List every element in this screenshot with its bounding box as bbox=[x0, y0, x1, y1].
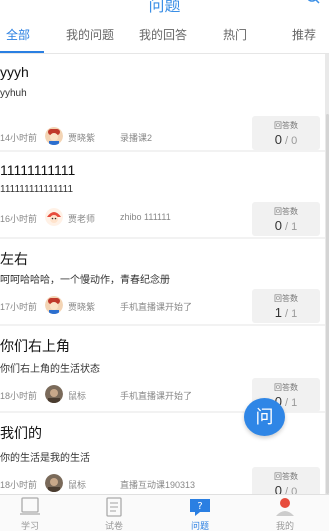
answer-count-label: 回答数 bbox=[274, 121, 298, 130]
course-name: 手机直播课开始了 bbox=[120, 391, 193, 401]
answer-total: 0 bbox=[291, 486, 298, 494]
question-desc: yyhuh bbox=[0, 88, 27, 99]
answer-total: 1 bbox=[291, 308, 298, 320]
answer-total: 1 bbox=[291, 221, 298, 233]
question-title: 我们的 bbox=[0, 425, 42, 441]
author-name: 鼠标 bbox=[68, 391, 87, 401]
nav-label: 学习 bbox=[20, 521, 39, 531]
course-name: 直播互动课190313 bbox=[120, 480, 196, 490]
answer-count-box: 回答数 0 / 0 bbox=[252, 116, 320, 150]
question-meta: 18小时前 鼠标 直播互动课190313 bbox=[0, 473, 250, 493]
answer-count: 0 bbox=[274, 483, 282, 494]
tab-recommended[interactable]: 推荐 bbox=[292, 26, 316, 43]
answer-total: 1 bbox=[291, 397, 298, 409]
course-name: zhibo 111111 bbox=[120, 212, 171, 222]
answer-count-label: 回答数 bbox=[274, 294, 298, 303]
paper-icon bbox=[106, 497, 122, 517]
answer-count-label: 回答数 bbox=[274, 472, 298, 481]
answer-count: 0 bbox=[274, 132, 282, 147]
question-time: 14小时前 bbox=[0, 133, 38, 143]
author-name: 鼠标 bbox=[68, 480, 87, 490]
course-name: 录播课2 bbox=[120, 133, 153, 143]
question-card[interactable]: 11111111111 111111111111111 16小时前 贾老师 zh… bbox=[0, 152, 325, 237]
answer-count: 0 bbox=[274, 218, 282, 233]
question-time: 18小时前 bbox=[0, 391, 38, 401]
avatar bbox=[45, 208, 63, 226]
question-desc: 你的生活是我的生活 bbox=[0, 453, 90, 464]
question-title: 左右 bbox=[0, 251, 28, 267]
tab-bar: 全部 我的问题 我的回答 热门 推荐 bbox=[0, 18, 329, 54]
active-tab-indicator bbox=[0, 51, 44, 53]
nav-label: 我的 bbox=[275, 521, 294, 531]
question-desc: 呵呵哈哈哈，一个慢动作，青春纪念册 bbox=[0, 275, 170, 286]
question-desc: 你们右上角的生活状态 bbox=[0, 364, 100, 375]
answer-count-label: 回答数 bbox=[274, 383, 298, 392]
tab-my-questions[interactable]: 我的问题 bbox=[66, 26, 114, 43]
question-card[interactable]: yyyh yyhuh 14小时前 贾晓紫 录播课2 回答数 0 / 0 bbox=[0, 54, 325, 150]
tab-my-answers[interactable]: 我的回答 bbox=[139, 26, 187, 43]
question-meta: 17小时前 贾晓紫 手机直播课开始了 bbox=[0, 295, 250, 315]
course-name: 手机直播课开始了 bbox=[120, 302, 193, 312]
question-desc: 111111111111111 bbox=[0, 184, 74, 195]
tab-hot[interactable]: 热门 bbox=[223, 26, 247, 43]
avatar bbox=[45, 296, 63, 314]
question-meta: 14小时前 贾晓紫 录播课2 bbox=[0, 126, 250, 146]
question-meta: 16小时前 贾老师 zhibo 111111 bbox=[0, 207, 250, 227]
question-icon: ? bbox=[190, 499, 210, 516]
bottom-nav: 学习 试卷 ? 问题 我的 bbox=[0, 494, 329, 531]
svg-text:?: ? bbox=[197, 501, 202, 512]
ask-question-button[interactable]: 问 bbox=[244, 398, 285, 436]
question-card[interactable]: 你们右上角 你们右上角的生活状态 18小时前 鼠标 手机直播课开始了 回答数 0… bbox=[0, 326, 325, 412]
avatar bbox=[45, 385, 63, 403]
question-title: 你们右上角 bbox=[0, 338, 70, 354]
book-icon bbox=[20, 497, 40, 515]
nav-item-profile[interactable]: 我的 bbox=[255, 495, 315, 531]
question-meta: 18小时前 鼠标 手机直播课开始了 bbox=[0, 384, 250, 404]
search-icon[interactable] bbox=[305, 0, 321, 8]
question-time: 18小时前 bbox=[0, 480, 38, 490]
tab-all[interactable]: 全部 bbox=[6, 26, 30, 43]
nav-item-study[interactable]: 学习 bbox=[0, 495, 60, 531]
nav-label: 问题 bbox=[190, 521, 209, 531]
question-title: 11111111111 bbox=[0, 162, 76, 178]
page-title: 问题 bbox=[148, 0, 181, 15]
author-name: 贾老师 bbox=[68, 214, 96, 224]
question-time: 17小时前 bbox=[0, 302, 38, 312]
avatar bbox=[45, 474, 63, 492]
question-card[interactable]: 左右 呵呵哈哈哈，一个慢动作，青春纪念册 17小时前 贾晓紫 手机直播课开始了 … bbox=[0, 239, 325, 324]
answer-count: 1 bbox=[274, 305, 282, 320]
nav-item-questions[interactable]: ? 问题 bbox=[170, 495, 230, 531]
author-name: 贾晓紫 bbox=[68, 302, 96, 312]
answer-count-label: 回答数 bbox=[274, 207, 298, 216]
nav-item-paper[interactable]: 试卷 bbox=[84, 495, 144, 531]
author-name: 贾晓紫 bbox=[68, 133, 96, 143]
header: 问题 bbox=[0, 0, 329, 18]
avatar bbox=[45, 127, 63, 145]
answer-count-box: 回答数 0 / 1 bbox=[252, 202, 320, 236]
nav-label: 试卷 bbox=[104, 521, 123, 531]
question-time: 16小时前 bbox=[0, 214, 38, 224]
question-title: yyyh bbox=[0, 64, 29, 80]
answer-count-box: 回答数 1 / 1 bbox=[252, 289, 320, 323]
answer-count-box: 回答数 0 / 0 bbox=[252, 467, 320, 494]
answer-total: 0 bbox=[291, 135, 298, 147]
profile-icon bbox=[276, 498, 294, 516]
scrollbar[interactable] bbox=[325, 54, 329, 494]
